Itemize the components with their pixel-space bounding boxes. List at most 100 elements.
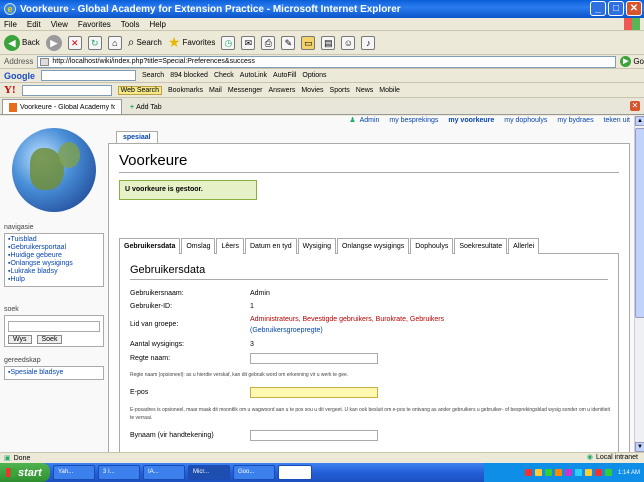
start-button[interactable]: start — [0, 463, 50, 482]
yahoo-mail-button[interactable]: Mail — [209, 87, 222, 94]
menu-edit[interactable]: Edit — [27, 20, 41, 29]
print-icon[interactable]: ⎙ — [261, 35, 276, 50]
menu-view[interactable]: View — [51, 20, 68, 29]
yahoo-messenger-button[interactable]: Messenger — [228, 87, 263, 94]
refresh-icon[interactable]: ↻ — [87, 35, 102, 50]
yahoo-bookmarks-button[interactable]: Bookmarks — [168, 87, 203, 94]
sidebar-item-home[interactable]: Tuisblad — [8, 236, 100, 244]
realname-note: Regte naam (opsioneel): as u hierdie ver… — [130, 372, 349, 378]
taskbar-item-1[interactable]: Yah... — [53, 465, 95, 480]
tray-icon[interactable] — [534, 469, 542, 476]
edit-icon[interactable]: ✎ — [281, 35, 296, 50]
yahoo-news-button[interactable]: News — [356, 87, 374, 94]
sidebar-item-current-events[interactable]: Huidige gebeure — [8, 252, 100, 260]
sidebar-search-button[interactable]: Soek — [36, 335, 63, 344]
tray-icon[interactable] — [544, 469, 552, 476]
email-input[interactable] — [250, 387, 378, 398]
taskbar-item-5[interactable]: Goo... — [233, 465, 275, 480]
add-tab-button[interactable]: + Add Tab — [126, 101, 166, 114]
pref-tab-search[interactable]: Soekresultate — [454, 238, 508, 254]
yahoo-mobile-button[interactable]: Mobile — [379, 87, 400, 94]
history-icon[interactable]: ◷ — [221, 35, 236, 50]
yahoo-search-input[interactable] — [21, 84, 112, 96]
realname-input[interactable] — [250, 353, 378, 364]
mail-icon[interactable]: ✉ — [241, 35, 256, 50]
messenger-icon[interactable]: ☺ — [341, 35, 356, 50]
personal-link-contributions[interactable]: my bydraes — [557, 117, 593, 124]
google-autolink-button[interactable]: AutoLink — [240, 72, 267, 79]
tray-icon[interactable] — [554, 469, 562, 476]
tray-clock[interactable]: 1:14 AM — [618, 470, 640, 476]
personal-link-watchlist[interactable]: my dophoulys — [504, 117, 547, 124]
sidebar-item-special-pages[interactable]: Spesiale bladsye — [8, 369, 100, 377]
browser-tab-current[interactable]: Voorkeure - Global Academy for ... — [2, 99, 122, 114]
scroll-up-icon[interactable]: ▲ — [635, 116, 644, 126]
personal-link-preferences[interactable]: my voorkeure — [448, 117, 494, 124]
folder-icon[interactable]: ▭ — [301, 35, 316, 50]
yahoo-answers-button[interactable]: Answers — [269, 87, 296, 94]
home-icon[interactable]: ⌂ — [107, 35, 122, 50]
close-button[interactable]: ✕ — [626, 1, 642, 16]
sidebar-item-random-page[interactable]: Lukrake bladsy — [8, 268, 100, 276]
research-icon[interactable]: ▤ — [321, 35, 336, 50]
taskbar-item-6[interactable] — [278, 465, 312, 480]
google-autofill-button[interactable]: AutoFill — [273, 72, 296, 79]
address-input[interactable]: http://localhost/wiki/index.php?title=Sp… — [37, 55, 617, 68]
pref-tab-editing[interactable]: Wysiging — [297, 238, 336, 254]
menu-tools[interactable]: Tools — [121, 20, 140, 29]
taskbar-item-2[interactable]: 3 I... — [98, 465, 140, 480]
taskbar-item-3[interactable]: IA... — [143, 465, 185, 480]
personal-user-link[interactable]: Admin — [360, 117, 380, 124]
minimize-button[interactable]: _ — [590, 1, 606, 16]
nickname-input[interactable] — [250, 430, 378, 441]
group-rights-link[interactable]: (Gebruikersgroepregte) — [250, 327, 323, 334]
google-search-input[interactable] — [41, 70, 136, 81]
maximize-button[interactable]: □ — [608, 1, 624, 16]
sidebar-item-community-portal[interactable]: Gebruikersportaal — [8, 244, 100, 252]
tray-icon[interactable] — [574, 469, 582, 476]
pref-tab-recent-changes[interactable]: Onlangse wysigings — [336, 238, 410, 254]
pref-tab-skin[interactable]: Omslag — [181, 238, 216, 254]
close-tab-icon[interactable]: ✕ — [630, 101, 640, 111]
pref-tab-misc[interactable]: Allerlei — [508, 238, 540, 254]
scroll-thumb[interactable] — [635, 128, 644, 318]
yahoo-sports-button[interactable]: Sports — [330, 87, 350, 94]
google-popup-blocked[interactable]: 894 blocked — [170, 72, 208, 79]
yahoo-movies-button[interactable]: Movies — [301, 87, 323, 94]
groups-value[interactable]: Administrateurs, Bevestigde gebruikers, … — [250, 316, 444, 323]
yahoo-web-search-button[interactable]: Web Search — [117, 85, 162, 95]
sidebar-item-recent-changes[interactable]: Onlangse wysigings — [8, 260, 100, 268]
search-button[interactable]: ⌕ Search — [128, 35, 162, 50]
personal-link-talk[interactable]: my besprekings — [389, 117, 438, 124]
sidebar-go-button[interactable]: Wys — [8, 335, 32, 344]
tray-icon[interactable] — [604, 469, 612, 476]
menu-help[interactable]: Help — [149, 20, 165, 29]
media-icon[interactable]: ♪ — [361, 35, 376, 50]
taskbar-item-4[interactable]: Micr... — [188, 465, 230, 480]
stop-icon[interactable]: ✕ — [67, 35, 82, 50]
yahoo-logo[interactable]: Y! — [4, 84, 16, 96]
go-button[interactable]: ▶ Go — [620, 56, 644, 67]
back-button[interactable]: ◀ Back — [4, 34, 40, 51]
pref-tab-date-time[interactable]: Datum en tyd — [245, 238, 297, 254]
pref-tab-files[interactable]: Lêers — [216, 238, 244, 254]
tray-icon[interactable] — [594, 469, 602, 476]
pref-tab-watchlist[interactable]: Dophoulys — [410, 238, 454, 254]
menu-favorites[interactable]: Favorites — [78, 20, 111, 29]
sidebar-search-input[interactable] — [8, 321, 100, 332]
tray-icon[interactable] — [524, 469, 532, 476]
google-options-button[interactable]: Options — [302, 72, 326, 79]
scroll-down-icon[interactable]: ▼ — [635, 442, 644, 452]
google-search-button[interactable]: Search — [142, 72, 164, 79]
tray-icon[interactable] — [584, 469, 592, 476]
site-logo-globe[interactable] — [12, 128, 96, 212]
sidebar-item-help[interactable]: Hulp — [8, 276, 100, 284]
menu-file[interactable]: File — [4, 20, 17, 29]
vertical-scrollbar[interactable]: ▲ ▼ — [634, 116, 644, 452]
forward-button[interactable]: ▶ — [45, 34, 62, 51]
pref-tab-user-data[interactable]: Gebruikersdata — [119, 238, 181, 254]
tray-icon[interactable] — [564, 469, 572, 476]
google-check-button[interactable]: Check — [214, 72, 234, 79]
personal-link-logout[interactable]: teken uit — [604, 117, 630, 124]
favorites-button[interactable]: ★ Favorites — [168, 34, 215, 51]
